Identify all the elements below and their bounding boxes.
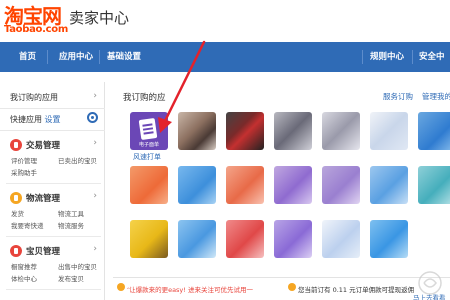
speaker-icon [288, 283, 296, 291]
link-ship[interactable]: 发货 [11, 208, 24, 218]
main-header: 我订购的应 服务订购 管理我的 [113, 82, 450, 112]
link-send-express[interactable]: 我要寄快递 [11, 220, 44, 230]
page-title: 卖家中心 [69, 9, 130, 27]
divider [6, 289, 101, 290]
app-label-fengsu[interactable]: 风速打单 [133, 152, 161, 162]
link-items-on-sale[interactable]: 出售中的宝贝 [58, 261, 97, 271]
taobao-logo-domain[interactable]: Taobao.com [4, 24, 68, 35]
top-nav: 首页 应用中心 基础设置 规则中心 安全中 [0, 42, 450, 72]
app-tile[interactable] [322, 220, 360, 258]
link-review-management[interactable]: 评价管理 [11, 155, 37, 165]
chevron-right-icon: › [93, 191, 97, 201]
app-tile[interactable] [274, 220, 312, 258]
link-publish-item[interactable]: 发布宝贝 [58, 273, 84, 283]
app-tile[interactable] [322, 166, 360, 204]
app-tile[interactable] [274, 166, 312, 204]
seller-center-page: 淘宝网 Taobao.com 卖家中心 首页 应用中心 基础设置 规则中心 安全… [0, 0, 450, 300]
header: 淘宝网 Taobao.com 卖家中心 [0, 0, 450, 42]
sidebar-my-apps[interactable]: 我订购的应用 › [0, 87, 105, 109]
nav-divider [362, 50, 363, 64]
quick-apps-settings-link[interactable]: 设置 [45, 115, 61, 124]
group-title: 宝贝管理 [26, 247, 61, 257]
nav-security-center[interactable]: 安全中 [419, 42, 445, 72]
chevron-right-icon: › [93, 138, 97, 148]
group-title: 物流管理 [26, 194, 61, 204]
trade-icon [10, 139, 22, 151]
app-tile[interactable] [370, 112, 408, 150]
app-tile[interactable] [370, 220, 408, 258]
sidebar-my-apps-label: 我订购的应用 [10, 93, 58, 102]
nav-rules-center[interactable]: 规则中心 [370, 42, 404, 72]
nav-divider [47, 50, 48, 64]
group-head[interactable]: 宝贝管理 › [0, 243, 105, 259]
group-links: 橱窗推荐 出售中的宝贝 体检中心 发布宝贝 [0, 259, 105, 285]
sidebar-quick-apps-label: 快捷应用 设置 [10, 114, 61, 125]
group-trade-management: 交易管理 › 评价管理 已卖出的宝贝 采购助手 [0, 137, 105, 179]
app-tile[interactable] [226, 166, 264, 204]
group-head[interactable]: 物流管理 › [0, 190, 105, 206]
group-links: 发货 物流工具 我要寄快递 物流服务 [0, 206, 105, 232]
quick-apps-text: 快捷应用 [10, 115, 42, 124]
app-tile[interactable] [370, 166, 408, 204]
sidebar-quick-apps: 快捷应用 设置 [0, 109, 105, 131]
group-links: 评价管理 已卖出的宝贝 采购助手 [0, 153, 105, 179]
app-tile[interactable] [226, 220, 264, 258]
link-sold-items[interactable]: 已卖出的宝贝 [58, 155, 97, 165]
notice-text-1[interactable]: ‘让爆款来的更easy! 进来关注可优先试用一 [127, 284, 253, 294]
link-health-center[interactable]: 体检中心 [11, 273, 37, 283]
chevron-right-icon: › [93, 91, 97, 101]
group-title: 交易管理 [26, 141, 61, 151]
nav-divider [99, 50, 100, 64]
app-tile[interactable] [178, 220, 216, 258]
divider [6, 183, 101, 184]
group-head[interactable]: 交易管理 › [0, 137, 105, 153]
divider [6, 236, 101, 237]
link-logistics-service[interactable]: 物流服务 [58, 220, 84, 230]
link-purchase-assistant[interactable]: 采购助手 [11, 167, 37, 177]
sidebar: 我订购的应用 › 快捷应用 设置 交易管理 › 评价管理 已卖出的宝贝 采购助手 [0, 82, 105, 300]
nav-basic-settings[interactable]: 基础设置 [107, 42, 141, 72]
logistics-icon [10, 192, 22, 204]
nav-app-center[interactable]: 应用中心 [59, 42, 93, 72]
link-window-recommend[interactable]: 橱窗推荐 [11, 261, 37, 271]
manage-my-apps-link[interactable]: 管理我的 [422, 91, 450, 102]
group-item-management: 宝贝管理 › 橱窗推荐 出售中的宝贝 体检中心 发布宝贝 [0, 243, 105, 285]
app-tile[interactable] [274, 112, 312, 150]
item-icon [10, 245, 22, 257]
group-logistics-management: 物流管理 › 发货 物流工具 我要寄快递 物流服务 [0, 190, 105, 232]
app-caption: 电子面单 [138, 142, 159, 148]
app-tile[interactable] [130, 166, 168, 204]
app-tile[interactable] [418, 166, 450, 204]
app-tile[interactable] [178, 112, 216, 150]
link-logistics-tools[interactable]: 物流工具 [58, 208, 84, 218]
gear-icon[interactable] [87, 112, 98, 123]
document-icon [138, 117, 158, 141]
app-tile[interactable] [322, 112, 360, 150]
app-tile[interactable] [130, 220, 168, 258]
app-tile[interactable] [418, 112, 450, 150]
app-tile-fengsu[interactable]: 电子面单 [130, 112, 168, 150]
app-tile[interactable] [226, 112, 264, 150]
chevron-right-icon: › [93, 244, 97, 254]
section-title: 我订购的应 [123, 93, 166, 103]
watermark-logo [418, 271, 442, 295]
service-subscribe-link[interactable]: 服务订购 [383, 91, 413, 102]
app-tile[interactable] [178, 166, 216, 204]
nav-divider [412, 50, 413, 64]
speaker-icon [117, 283, 125, 291]
nav-home[interactable]: 首页 [19, 42, 36, 72]
